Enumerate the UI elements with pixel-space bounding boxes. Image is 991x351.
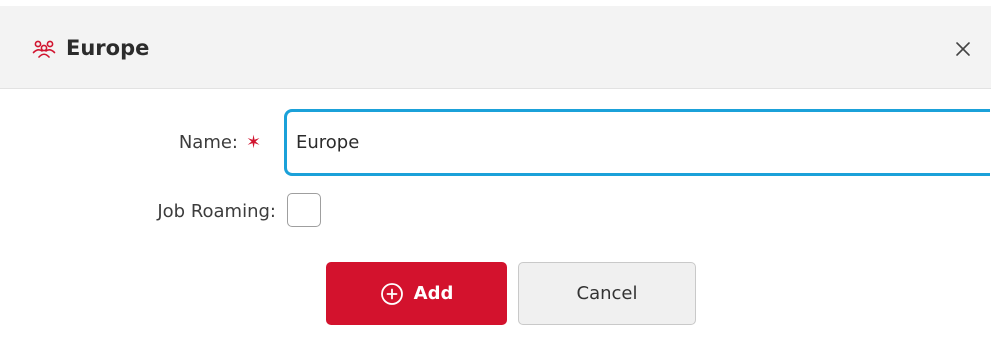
- required-marker: ✶: [246, 132, 262, 153]
- cancel-button[interactable]: Cancel: [518, 262, 696, 325]
- job-roaming-checkbox[interactable]: [287, 193, 321, 227]
- close-icon[interactable]: [950, 36, 976, 62]
- plus-circle-icon: [380, 282, 404, 306]
- user-group-icon: [31, 40, 57, 58]
- add-button[interactable]: Add: [326, 262, 507, 325]
- dialog: Europe Name: ✶ Job Roaming: Add Cancel: [0, 0, 991, 351]
- name-label: Name:: [178, 132, 238, 153]
- add-button-label: Add: [413, 283, 454, 304]
- cancel-button-label: Cancel: [576, 283, 638, 304]
- job-roaming-label: Job Roaming:: [157, 201, 276, 222]
- dialog-header: Europe: [0, 6, 991, 89]
- name-input[interactable]: [284, 109, 990, 176]
- dialog-title: Europe: [66, 36, 150, 60]
